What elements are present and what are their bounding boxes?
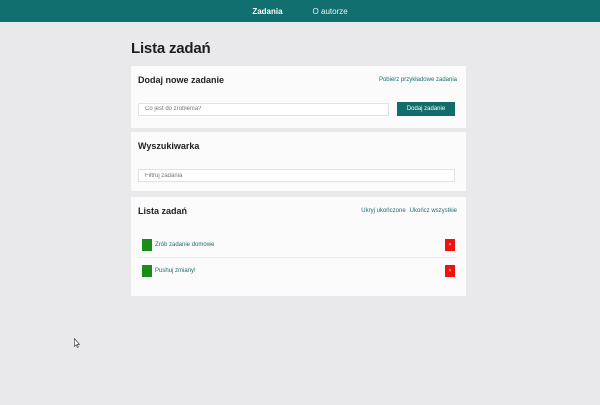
filter-tasks-input[interactable] (138, 169, 455, 182)
task-complete-toggle[interactable] (142, 265, 152, 277)
add-task-button[interactable]: Dodaj zadanie (397, 102, 455, 116)
task-list-card-title: Lista zadań (138, 206, 188, 216)
task-main: Zrób zadanie domowe (142, 238, 214, 251)
complete-all-link[interactable]: Ukończ wszystkie (410, 208, 457, 214)
task-row: Zrób zadanie domowe × (138, 232, 457, 258)
task-label[interactable]: Zrób zadanie domowe (155, 242, 214, 248)
add-task-form: Dodaj zadanie (131, 102, 466, 116)
task-main: Pushuj zmiany! (142, 265, 196, 277)
add-task-card: Dodaj nowe zadanie Pobierz przykładowe z… (131, 66, 466, 128)
load-sample-tasks-link[interactable]: Pobierz przykładowe zadania (379, 77, 457, 83)
task-row: Pushuj zmiany! × (138, 258, 457, 284)
top-navbar: Zadania O autorze (0, 0, 600, 22)
task-list: Zrób zadanie domowe × Pushuj zmiany! × (131, 232, 466, 284)
nav-link-zadania[interactable]: Zadania (252, 7, 282, 16)
new-task-input[interactable] (138, 102, 389, 116)
search-card-title: Wyszukiwarka (138, 141, 200, 151)
search-card: Wyszukiwarka (131, 132, 466, 191)
nav-link-o-autorze[interactable]: O autorze (313, 7, 348, 16)
task-complete-toggle[interactable] (142, 238, 152, 251)
task-list-card-header: Lista zadań Ukryj ukończone Ukończ wszys… (131, 197, 466, 225)
add-task-card-header: Dodaj nowe zadanie Pobierz przykładowe z… (131, 66, 466, 94)
search-card-header: Wyszukiwarka (131, 132, 466, 160)
add-task-card-title: Dodaj nowe zadanie (138, 75, 225, 85)
mouse-pointer-icon (74, 338, 80, 348)
task-label[interactable]: Pushuj zmiany! (155, 268, 196, 274)
hide-completed-link[interactable]: Ukryj ukończone (361, 208, 405, 214)
search-form (131, 160, 466, 182)
delete-task-button[interactable]: × (445, 238, 455, 251)
task-list-actions: Ukryj ukończone Ukończ wszystkie (361, 208, 457, 214)
delete-task-button[interactable]: × (445, 265, 455, 277)
page-title: Lista zadań (131, 40, 211, 57)
task-list-card: Lista zadań Ukryj ukończone Ukończ wszys… (131, 197, 466, 296)
